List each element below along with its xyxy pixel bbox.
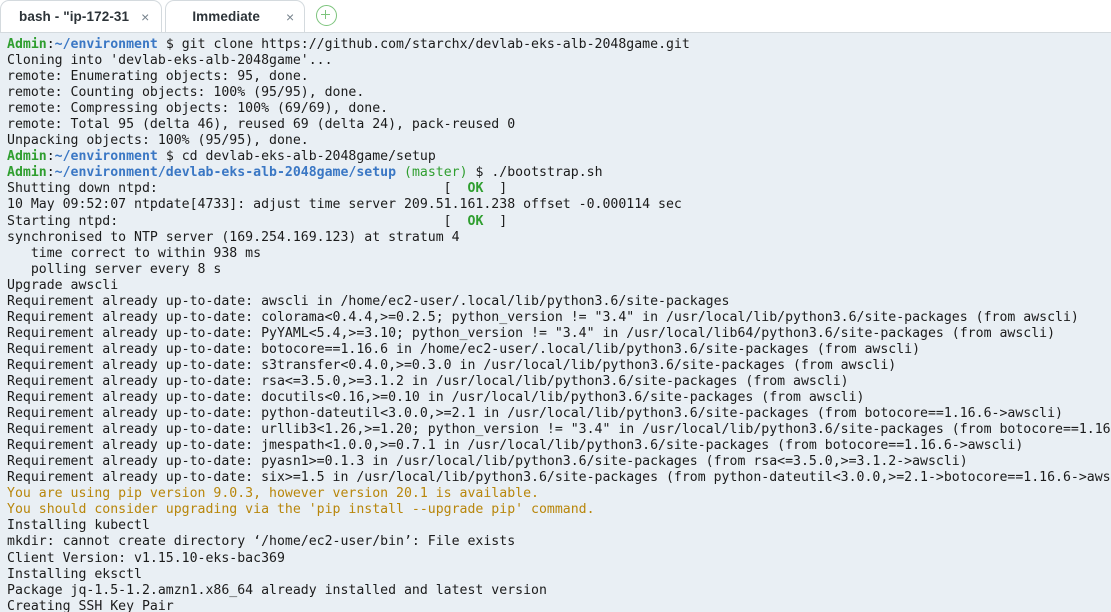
terminal-text-plain: remote: Enumerating objects: 95, done. xyxy=(7,69,309,85)
terminal-line: Creating SSH Key Pair xyxy=(7,599,1111,612)
terminal-text-plain: Requirement already up-to-date: PyYAML<5… xyxy=(7,325,1056,341)
terminal-text-plain: $ cd devlab-eks-alb-2048game/setup xyxy=(157,149,436,165)
terminal-text-plain: Requirement already up-to-date: rsa<=3.5… xyxy=(7,373,849,389)
terminal-text-plain: remote: Compressing objects: 100% (69/69… xyxy=(7,101,389,117)
terminal-text-plain: Requirement already up-to-date: botocore… xyxy=(7,341,921,357)
terminal-text-plain: Installing kubectl xyxy=(7,518,150,534)
terminal-text-plain: remote: Counting objects: 100% (95/95), … xyxy=(7,85,365,101)
terminal-line: Requirement already up-to-date: PyYAML<5… xyxy=(7,326,1111,342)
terminal-output[interactable]: Admin:~/environment $ git clone https://… xyxy=(0,33,1111,612)
terminal-text-plain: mkdir: cannot create directory ‘/home/ec… xyxy=(7,534,516,550)
terminal-text-path: ~/environment xyxy=(54,37,158,52)
close-icon[interactable]: × xyxy=(141,10,149,24)
terminal-line: Requirement already up-to-date: pyasn1>=… xyxy=(7,454,1111,470)
terminal-line: Requirement already up-to-date: rsa<=3.5… xyxy=(7,374,1111,390)
terminal-text-user: Admin xyxy=(7,165,47,181)
terminal-line: Admin:~/environment $ cd devlab-eks-alb-… xyxy=(7,149,1111,165)
tab-immediate[interactable]: Immediate × xyxy=(165,0,306,32)
terminal-text-plain: Requirement already up-to-date: awscli i… xyxy=(7,293,730,309)
terminal-text-plain: synchronised to NTP server (169.254.169.… xyxy=(7,229,460,245)
terminal-line: Requirement already up-to-date: jmespath… xyxy=(7,438,1111,454)
tab-bash-label: bash - "ip-172-31 xyxy=(19,9,130,24)
terminal-line: Upgrade awscli xyxy=(7,278,1111,294)
terminal-line: You should consider upgrading via the 'p… xyxy=(7,502,1111,518)
terminal-text-plain: Requirement already up-to-date: docutils… xyxy=(7,390,865,406)
terminal-text-plain xyxy=(396,165,404,180)
terminal-text-plain: Requirement already up-to-date: pyasn1>=… xyxy=(7,454,968,470)
close-icon[interactable]: × xyxy=(286,10,294,24)
terminal-line: Admin:~/environment/devlab-eks-alb-2048g… xyxy=(7,165,1111,181)
terminal-text-plain: Installing eksctl xyxy=(7,566,142,582)
terminal-line: Requirement already up-to-date: python-d… xyxy=(7,406,1111,422)
terminal-line: Shutting down ntpd: [ OK ] xyxy=(7,181,1111,197)
terminal-text-path: ~/environment/devlab-eks-alb-2048game/se… xyxy=(54,165,397,181)
terminal-line: Client Version: v1.15.10-eks-bac369 xyxy=(7,551,1111,567)
tab-bash[interactable]: bash - "ip-172-31 × xyxy=(0,0,163,32)
terminal-text-plain: : xyxy=(46,165,55,181)
terminal-text-warn: You should consider upgrading via the 'p… xyxy=(7,502,595,518)
terminal-line: remote: Compressing objects: 100% (69/69… xyxy=(7,101,1111,117)
terminal-text-plain: Requirement already up-to-date: six>=1.5… xyxy=(7,470,1111,486)
terminal-text-plain: time correct to within 938 ms xyxy=(7,245,262,261)
terminal-line: Installing eksctl xyxy=(7,567,1111,583)
terminal-line: Requirement already up-to-date: s3transf… xyxy=(7,358,1111,374)
terminal-line: remote: Total 95 (delta 46), reused 69 (… xyxy=(7,117,1111,133)
terminal-text-plain: : xyxy=(46,149,55,165)
terminal-line: Requirement already up-to-date: awscli i… xyxy=(7,294,1111,310)
terminal-line: Starting ntpd: [ OK ] xyxy=(7,214,1111,230)
terminal-text-plain: Unpacking objects: 100% (95/95), done. xyxy=(7,133,309,149)
terminal-text-user: Admin xyxy=(7,37,47,52)
terminal-text-plain: Starting ntpd: [ xyxy=(7,213,468,229)
terminal-text-plain: Creating SSH Key Pair xyxy=(7,598,174,612)
terminal-line: Cloning into 'devlab-eks-alb-2048game'..… xyxy=(7,53,1111,69)
terminal-text-warn: You are using pip version 9.0.3, however… xyxy=(7,486,539,502)
new-tab-icon[interactable] xyxy=(316,5,338,26)
terminal-text-plain: Cloning into 'devlab-eks-alb-2048game'..… xyxy=(7,53,333,69)
terminal-text-plain: Client Version: v1.15.10-eks-bac369 xyxy=(7,550,285,566)
terminal-text-plain: Package jq-1.5-1.2.amzn1.x86_64 already … xyxy=(7,582,547,598)
terminal-text-plain: ] xyxy=(483,181,508,197)
terminal-text-path: ~/environment xyxy=(54,149,158,165)
terminal-line: Package jq-1.5-1.2.amzn1.x86_64 already … xyxy=(7,583,1111,599)
terminal-line: Unpacking objects: 100% (95/95), done. xyxy=(7,133,1111,149)
tab-bar: bash - "ip-172-31 × Immediate × xyxy=(0,0,1111,33)
terminal-text-plain: : xyxy=(46,37,55,52)
terminal-text-plain: $ ./bootstrap.sh xyxy=(467,165,603,181)
terminal-text-plain: Requirement already up-to-date: colorama… xyxy=(7,309,1079,325)
terminal-line: Requirement already up-to-date: six>=1.5… xyxy=(7,470,1111,486)
terminal-line: You are using pip version 9.0.3, however… xyxy=(7,486,1111,502)
terminal-line: Requirement already up-to-date: colorama… xyxy=(7,310,1111,326)
terminal-line: Requirement already up-to-date: urllib3<… xyxy=(7,422,1111,438)
terminal-text-plain: Upgrade awscli xyxy=(7,277,119,293)
terminal-line: remote: Counting objects: 100% (95/95), … xyxy=(7,85,1111,101)
terminal-text-plain: $ git clone https://github.com/starchx/d… xyxy=(157,37,690,52)
terminal-text-plain: Requirement already up-to-date: urllib3<… xyxy=(7,422,1111,438)
terminal-text-plain: remote: Total 95 (delta 46), reused 69 (… xyxy=(7,117,516,133)
terminal-line: Requirement already up-to-date: botocore… xyxy=(7,342,1111,358)
terminal-text-plain: Requirement already up-to-date: python-d… xyxy=(7,406,1063,422)
terminal-line: Requirement already up-to-date: docutils… xyxy=(7,390,1111,406)
terminal-line: 10 May 09:52:07 ntpdate[4733]: adjust ti… xyxy=(7,197,1111,213)
terminal-text-plain: Requirement already up-to-date: jmespath… xyxy=(7,438,1024,454)
terminal-text-plain: Shutting down ntpd: [ xyxy=(7,181,468,197)
terminal-line: remote: Enumerating objects: 95, done. xyxy=(7,69,1111,85)
terminal-text-plain: ] xyxy=(483,213,508,229)
terminal-line: time correct to within 938 ms xyxy=(7,246,1111,262)
terminal-text-plain: 10 May 09:52:07 ntpdate[4733]: adjust ti… xyxy=(7,197,682,213)
tab-immediate-label: Immediate xyxy=(192,9,261,24)
terminal-text-ok: OK xyxy=(467,213,484,229)
terminal-line: polling server every 8 s xyxy=(7,262,1111,278)
terminal-text-plain: polling server every 8 s xyxy=(7,261,222,277)
terminal-text-ok: OK xyxy=(467,181,484,197)
terminal-line: Installing kubectl xyxy=(7,518,1111,534)
terminal-line: synchronised to NTP server (169.254.169.… xyxy=(7,230,1111,246)
terminal-text-branch: (master) xyxy=(404,165,468,181)
terminal-text-plain: Requirement already up-to-date: s3transf… xyxy=(7,357,897,373)
terminal-line: mkdir: cannot create directory ‘/home/ec… xyxy=(7,534,1111,550)
terminal-text-user: Admin xyxy=(7,149,47,165)
terminal-line: Admin:~/environment $ git clone https://… xyxy=(7,37,1111,53)
